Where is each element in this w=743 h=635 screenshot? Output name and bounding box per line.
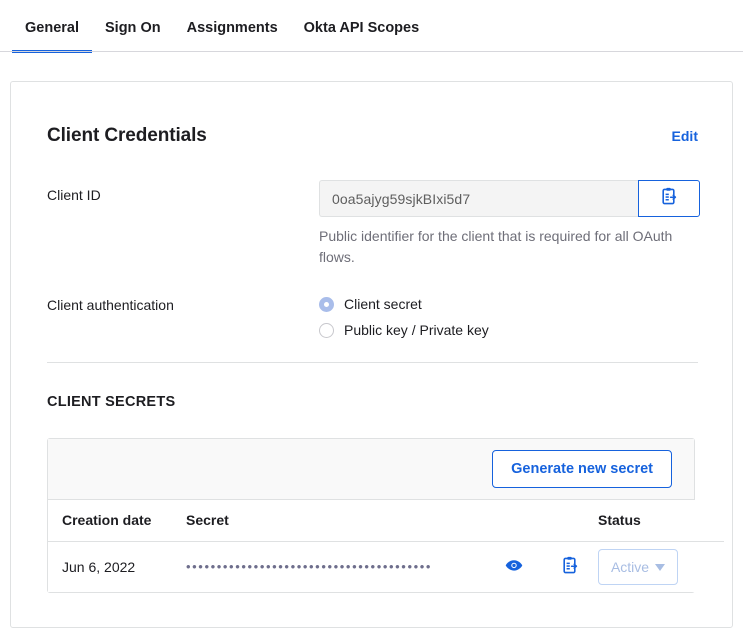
client-secrets-toolbar: Generate new secret: [48, 439, 694, 500]
client-authentication-radio-group: Client secret Public key / Private key: [319, 290, 698, 342]
copy-secret-button[interactable]: [558, 555, 582, 579]
column-header-status: Status: [598, 500, 724, 542]
section-divider: [47, 362, 698, 363]
tab-sign-on-label: Sign On: [105, 20, 161, 36]
radio-unselected-icon: [319, 322, 334, 338]
client-id-input-group: 0oa5ajyg59sjkBIxi5d7: [319, 180, 700, 217]
radio-client-secret-label: Client secret: [344, 296, 422, 312]
table-header-row: Creation date Secret Status: [48, 500, 724, 542]
cell-secret: ••••••••••••••••••••••••••••••••••••••••: [186, 541, 486, 592]
client-id-row: Client ID 0oa5ajyg59sjkBIxi5d7 Public id…: [47, 180, 700, 268]
column-header-secret: Secret: [186, 500, 486, 542]
client-id-label: Client ID: [47, 187, 101, 203]
tab-okta-api-scopes-label: Okta API Scopes: [303, 20, 420, 36]
status-badge: Active: [610, 559, 650, 575]
eye-icon: [505, 559, 523, 575]
chevron-down-icon: [655, 563, 666, 571]
client-credentials-card: Client Credentials Edit Client ID 0oa5aj…: [10, 81, 733, 628]
column-header-creation-date: Creation date: [48, 500, 186, 542]
cell-reveal-secret: [486, 541, 542, 592]
tab-okta-api-scopes[interactable]: Okta API Scopes: [291, 0, 433, 53]
radio-public-private-key[interactable]: Public key / Private key: [319, 318, 698, 342]
reveal-secret-button[interactable]: [502, 555, 526, 579]
page-title: Client Credentials: [47, 125, 207, 146]
client-id-control: 0oa5ajyg59sjkBIxi5d7 Public identifier f…: [319, 180, 700, 268]
status-dropdown[interactable]: Active: [598, 549, 678, 585]
tab-bar: General Sign On Assignments Okta API Sco…: [0, 0, 743, 53]
section-header: Client Credentials Edit: [47, 125, 698, 147]
client-authentication-label: Client authentication: [47, 297, 174, 313]
copy-client-id-button[interactable]: [638, 180, 700, 217]
client-authentication-control: Client secret Public key / Private key: [319, 290, 698, 344]
cell-copy-secret: [542, 541, 598, 592]
cell-status: Active: [598, 541, 724, 592]
client-id-help-text: Public identifier for the client that is…: [319, 228, 673, 265]
table-body: Jun 6, 2022 ••••••••••••••••••••••••••••…: [48, 541, 724, 592]
clipboard-copy-icon: [562, 556, 579, 578]
table-row: Jun 6, 2022 ••••••••••••••••••••••••••••…: [48, 541, 724, 592]
client-secrets-title: CLIENT SECRETS: [47, 394, 176, 410]
radio-public-private-key-label: Public key / Private key: [344, 322, 489, 338]
tab-bar-divider: [0, 51, 743, 52]
clipboard-copy-icon: [661, 187, 678, 211]
table-header: Creation date Secret Status: [48, 500, 724, 542]
client-secrets-panel: Generate new secret Creation date Secret…: [47, 438, 724, 593]
radio-client-secret[interactable]: Client secret: [319, 292, 698, 316]
generate-new-secret-label: Generate new secret: [511, 461, 653, 477]
edit-link[interactable]: Edit: [672, 128, 698, 144]
tab-general[interactable]: General: [12, 0, 92, 53]
radio-selected-icon: [319, 296, 334, 312]
tab-sign-on[interactable]: Sign On: [92, 0, 174, 53]
tab-list: General Sign On Assignments Okta API Sco…: [12, 0, 432, 53]
client-id-input[interactable]: 0oa5ajyg59sjkBIxi5d7: [319, 180, 638, 217]
tab-assignments[interactable]: Assignments: [174, 0, 291, 53]
column-header-copy: [542, 500, 598, 542]
tab-assignments-label: Assignments: [186, 20, 278, 36]
client-secrets-table: Creation date Secret Status Jun 6, 2022 …: [48, 500, 724, 592]
masked-secret-value: ••••••••••••••••••••••••••••••••••••••••: [186, 560, 433, 574]
column-header-reveal: [486, 500, 542, 542]
tab-general-label: General: [25, 20, 79, 36]
client-authentication-row: Client authentication Client secret Publ…: [47, 290, 698, 344]
cell-creation-date: Jun 6, 2022: [48, 541, 186, 592]
generate-new-secret-button[interactable]: Generate new secret: [492, 450, 672, 488]
